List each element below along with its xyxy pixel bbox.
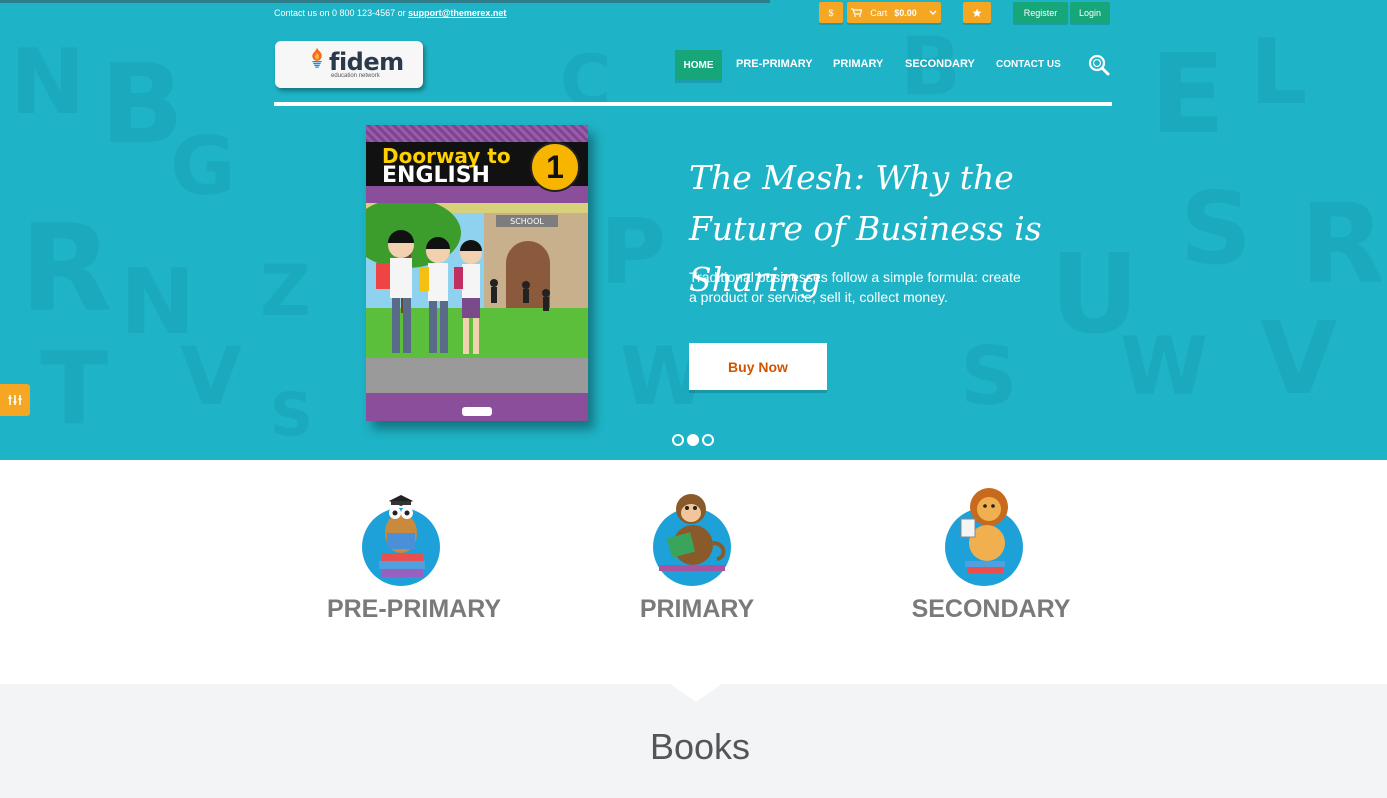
torch-flame-icon	[312, 47, 322, 68]
category-label: PRIMARY	[639, 595, 755, 623]
cart-button[interactable]: Cart $0.00	[847, 2, 941, 23]
section-notch	[670, 684, 722, 702]
search-icon[interactable]	[1088, 54, 1110, 76]
login-button[interactable]: Login	[1070, 2, 1110, 23]
slider-dot-2[interactable]	[687, 434, 699, 446]
contact-info: Contact us on 0 800 123-4567 or support@…	[274, 8, 506, 18]
book-cover-image[interactable]: Doorway to ENGLISH 1 SCHOOL	[366, 125, 588, 421]
nav-contact-us[interactable]: CONTACT US	[996, 59, 1061, 70]
contact-text: Contact us on 0 800 123-4567 or	[274, 8, 406, 18]
cart-amount: $0.00	[894, 7, 917, 18]
school-children-illustration: SCHOOL	[366, 203, 588, 393]
nav-divider	[274, 102, 1112, 106]
buy-now-button[interactable]: Buy Now	[689, 343, 827, 390]
sliders-icon	[8, 395, 22, 405]
site-logo[interactable]: fidem education network	[275, 41, 423, 88]
nav-primary[interactable]: PRIMARY	[833, 58, 883, 70]
owl-reading-icon	[379, 495, 425, 577]
nav-home-label: HOME	[683, 59, 714, 71]
category-label: PRE-PRIMARY	[326, 595, 502, 623]
nav-secondary[interactable]: SECONDARY	[905, 58, 975, 70]
register-button[interactable]: Register	[1013, 2, 1068, 23]
login-label: Login	[1078, 7, 1102, 18]
buy-now-label: Buy Now	[728, 358, 788, 375]
book-number-badge: 1	[530, 142, 580, 192]
wishlist-button[interactable]	[963, 2, 991, 23]
nav-home[interactable]: HOME	[675, 50, 722, 80]
nav-pre-primary[interactable]: PRE-PRIMARY	[736, 58, 813, 70]
monkey-reading-icon	[659, 494, 726, 571]
book-stripe	[366, 125, 588, 142]
currency-label: $	[828, 7, 834, 18]
slider-dots	[672, 434, 714, 446]
logo-tagline: education network	[331, 73, 380, 79]
settings-panel-toggle[interactable]	[0, 384, 30, 416]
school-sign-text: SCHOOL	[510, 217, 544, 226]
slider-dot-1[interactable]	[672, 434, 684, 446]
book-title-line2: ENGLISH	[382, 163, 490, 188]
lion-reading-icon	[960, 488, 1008, 573]
books-section-title: Books	[649, 726, 751, 767]
currency-button[interactable]: $	[819, 2, 843, 23]
logo-name: fidem	[329, 47, 404, 76]
cart-label: Cart	[870, 7, 888, 18]
support-email-link[interactable]: support@themerex.net	[408, 8, 506, 18]
top-progress-line	[0, 0, 770, 3]
slide-description: Traditional businesses follow a simple f…	[689, 269, 1021, 305]
category-label: SECONDARY	[911, 595, 1071, 623]
book-pagination-tab	[462, 407, 492, 416]
chevron-down-icon	[929, 10, 937, 15]
register-label: Register	[1023, 7, 1058, 18]
star-icon	[972, 8, 982, 17]
slider-dot-3[interactable]	[702, 434, 714, 446]
cart-icon	[851, 8, 863, 17]
